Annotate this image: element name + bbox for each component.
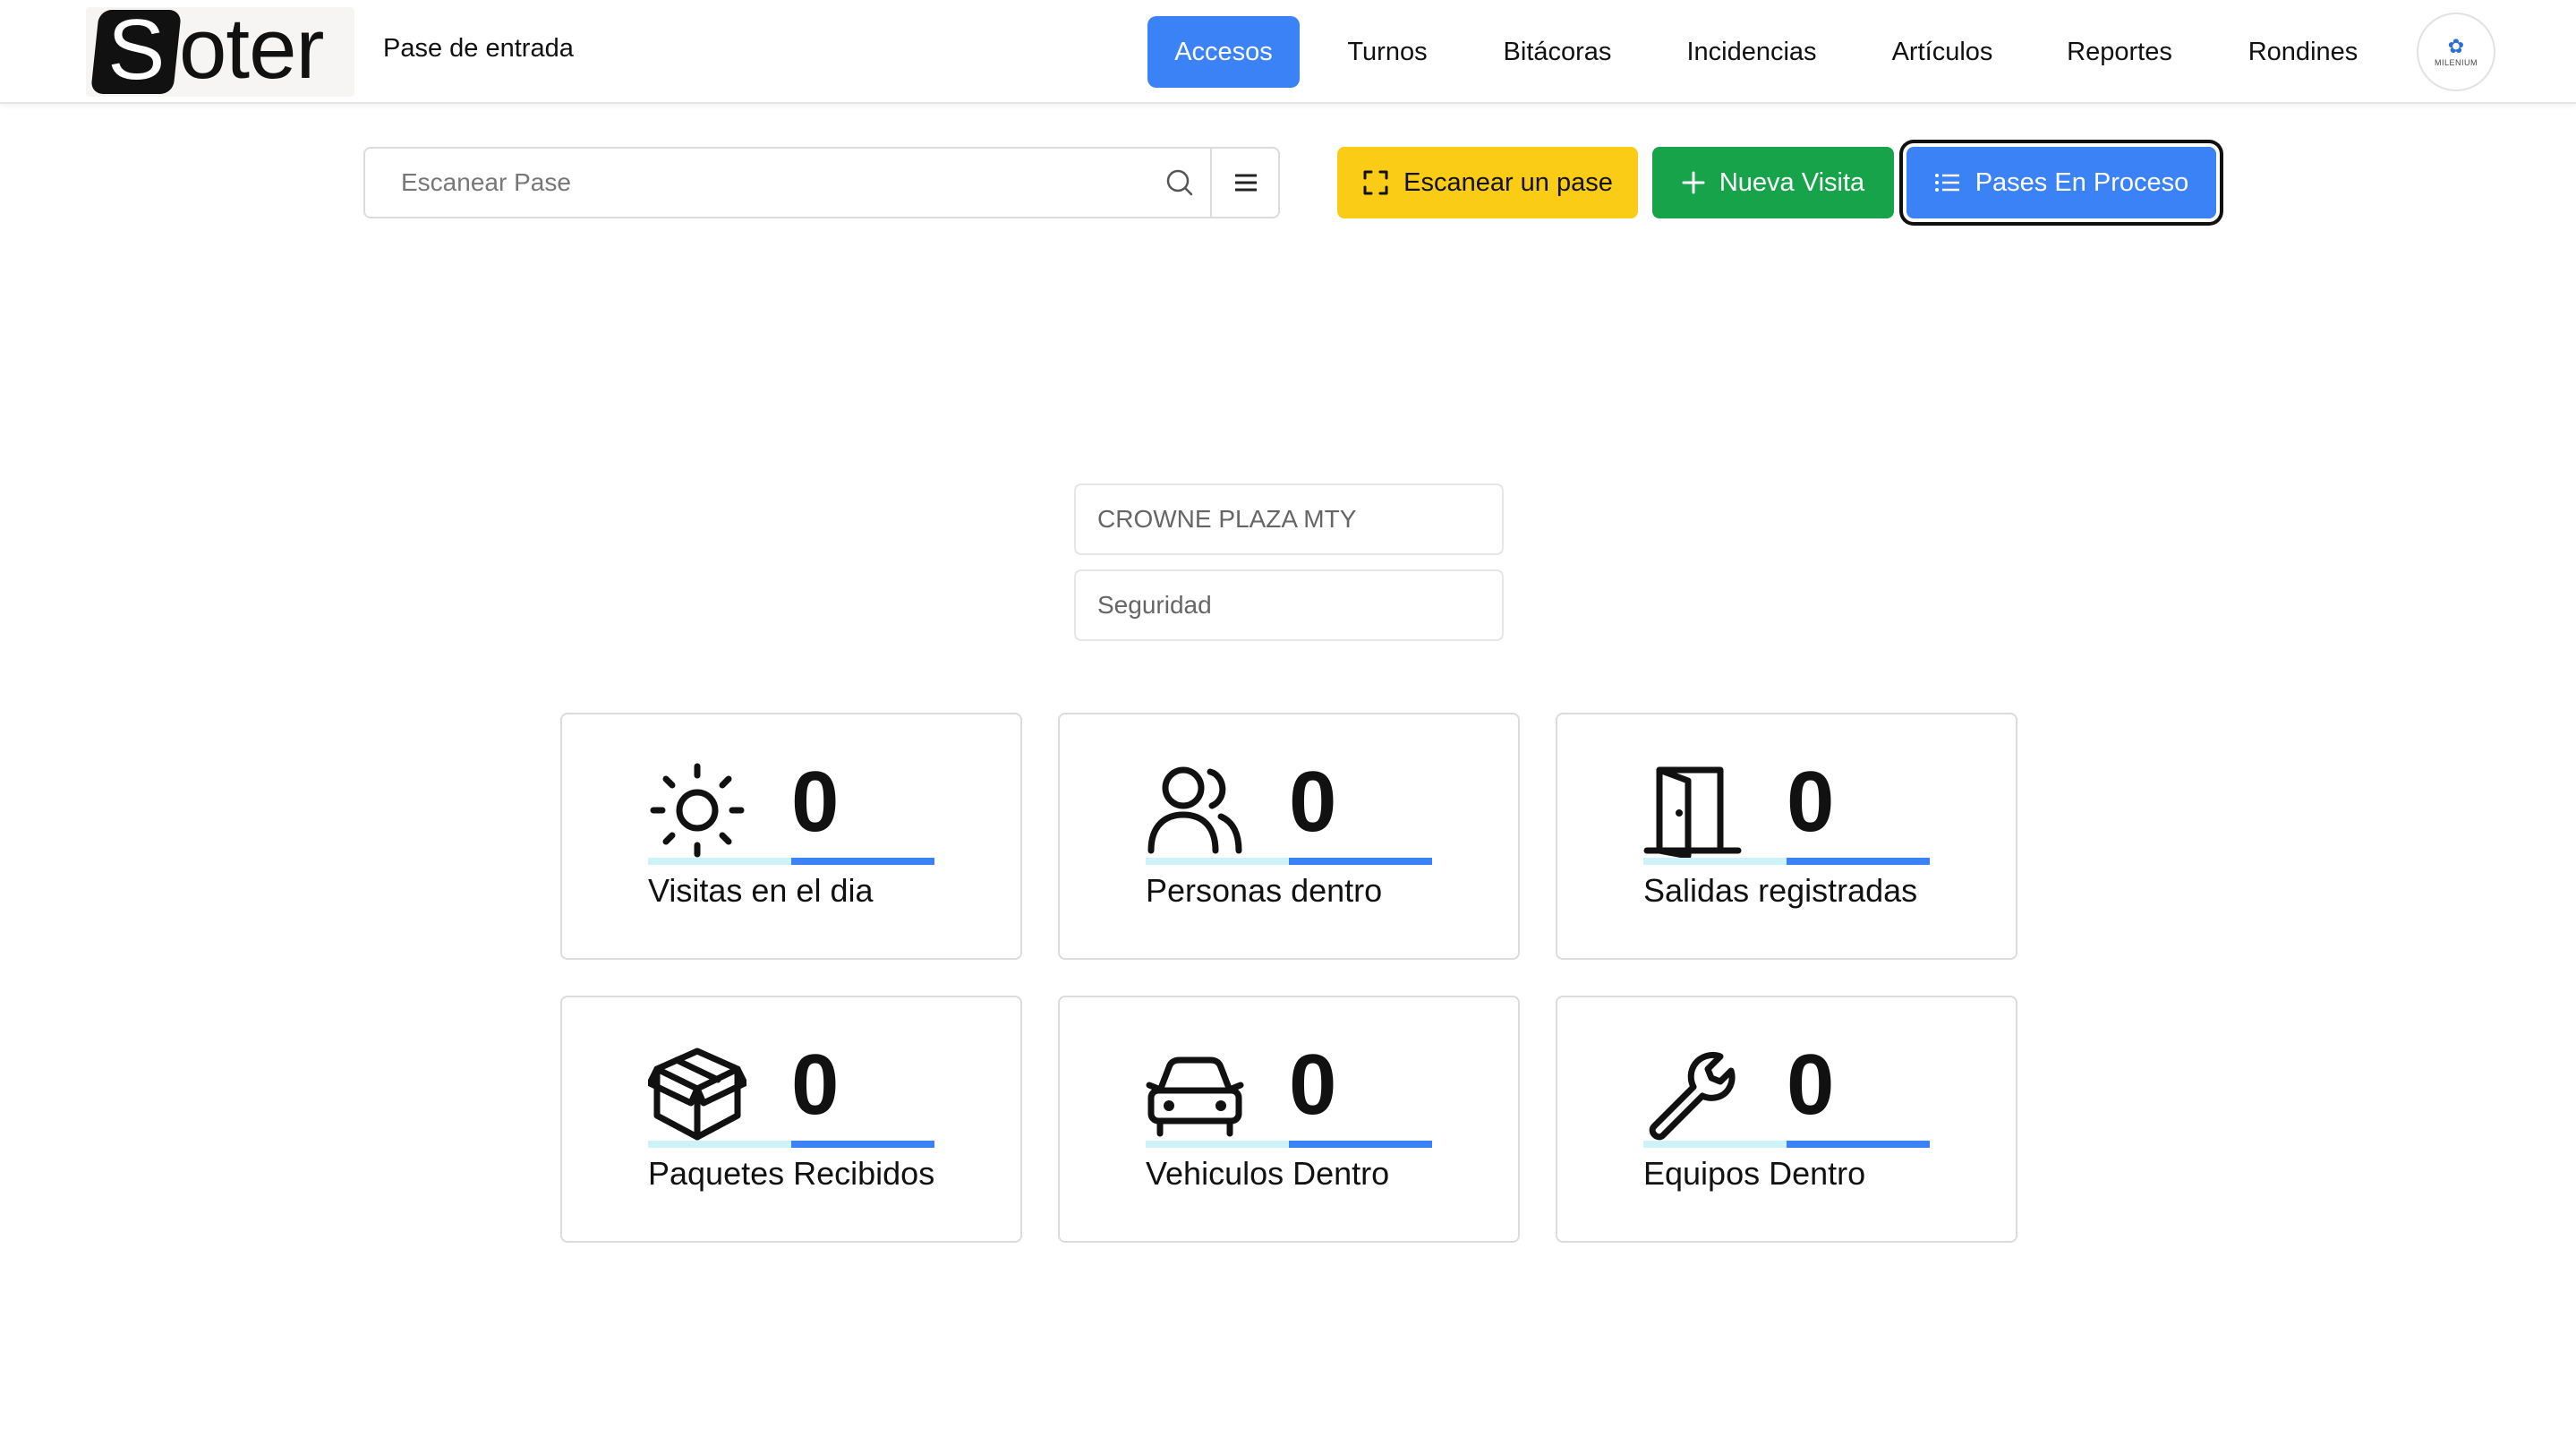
- stat-label: Paquetes Recibidos: [648, 1155, 935, 1192]
- stat-bar-light: [648, 858, 791, 865]
- stat-label: Visitas en el dia: [648, 872, 874, 909]
- list-icon: [1934, 174, 1959, 192]
- stat-label: Equipos Dentro: [1643, 1155, 1866, 1192]
- soter-logo[interactable]: S oter: [86, 1, 354, 98]
- stat-card-exits[interactable]: 0 Salidas registradas: [1556, 713, 2017, 960]
- stat-bar-blue: [1787, 1141, 1930, 1148]
- stat-card-visits[interactable]: 0 Visitas en el dia: [560, 713, 1022, 960]
- user-avatar[interactable]: ✿ MILENIUM: [2417, 13, 2495, 91]
- stat-label: Personas dentro: [1146, 872, 1383, 909]
- passes-in-process-label: Pases En Proceso: [1975, 167, 2189, 197]
- stat-bar-light: [1146, 1141, 1289, 1148]
- location-field: CROWNE PLAZA MTY: [1074, 483, 1504, 555]
- stat-label: Salidas registradas: [1643, 872, 1918, 909]
- scan-pass-search: [363, 147, 1280, 218]
- menu-button[interactable]: [1210, 149, 1280, 217]
- stat-bar-light: [1643, 858, 1787, 865]
- nav-reportes[interactable]: Reportes: [2055, 16, 2184, 88]
- avatar-label: MILENIUM: [2434, 58, 2478, 67]
- wrench-icon: [1649, 1051, 1736, 1141]
- stat-card-packages[interactable]: 0 Paquetes Recibidos: [560, 996, 1022, 1243]
- area-field: Seguridad: [1074, 569, 1504, 641]
- flower-icon: ✿: [2447, 35, 2465, 57]
- stat-bar-blue: [1289, 858, 1432, 865]
- logo-mark: S: [90, 2, 182, 98]
- stat-bar-blue: [1787, 858, 1930, 865]
- nav-bitacoras[interactable]: Bitácoras: [1486, 16, 1629, 88]
- scan-pass-label: Escanear un pase: [1403, 167, 1613, 197]
- nav-incidencias[interactable]: Incidencias: [1677, 16, 1826, 88]
- nav-articulos[interactable]: Artículos: [1878, 16, 2007, 88]
- stat-bar-light: [648, 1141, 791, 1148]
- logo-wordmark: oter: [179, 1, 324, 97]
- stat-card-people-inside[interactable]: 0 Personas dentro: [1058, 713, 1520, 960]
- stat-value: 0: [791, 754, 840, 850]
- stat-bar-light: [1146, 858, 1289, 865]
- scan-icon: [1363, 170, 1388, 195]
- stat-bar-light: [1643, 1141, 1787, 1148]
- stat-value: 0: [1289, 1037, 1337, 1133]
- package-icon: [648, 1048, 746, 1141]
- plus-icon: [1682, 171, 1705, 194]
- top-navbar: S oter Pase de entrada Accesos Turnos Bi…: [0, 0, 2576, 104]
- page-title: Pase de entrada: [383, 34, 574, 63]
- door-exit-icon: [1643, 766, 1742, 860]
- stat-value: 0: [1289, 754, 1337, 850]
- stat-label: Vehiculos Dentro: [1146, 1155, 1390, 1192]
- new-visit-button[interactable]: Nueva Visita: [1652, 147, 1894, 218]
- stat-value: 0: [1787, 754, 1835, 850]
- nav-rondines[interactable]: Rondines: [2234, 16, 2372, 88]
- nav-turnos[interactable]: Turnos: [1334, 16, 1441, 88]
- users-icon: [1147, 766, 1242, 854]
- search-input[interactable]: [401, 149, 1171, 217]
- passes-in-process-button[interactable]: Pases En Proceso: [1906, 147, 2216, 218]
- sun-icon: [650, 763, 745, 858]
- stat-card-vehicles[interactable]: 0 Vehiculos Dentro: [1058, 996, 1520, 1243]
- search-icon[interactable]: [1162, 165, 1198, 201]
- stat-bar-blue: [791, 1141, 934, 1148]
- stat-bar-blue: [791, 858, 934, 865]
- hamburger-icon: [1235, 174, 1257, 192]
- scan-pass-button[interactable]: Escanear un pase: [1337, 147, 1638, 218]
- car-icon: [1146, 1056, 1244, 1137]
- stat-value: 0: [1787, 1037, 1835, 1133]
- stat-value: 0: [791, 1037, 840, 1133]
- nav-accesos[interactable]: Accesos: [1147, 16, 1300, 88]
- stat-card-equipment[interactable]: 0 Equipos Dentro: [1556, 996, 2017, 1243]
- new-visit-label: Nueva Visita: [1719, 167, 1865, 197]
- stat-bar-blue: [1289, 1141, 1432, 1148]
